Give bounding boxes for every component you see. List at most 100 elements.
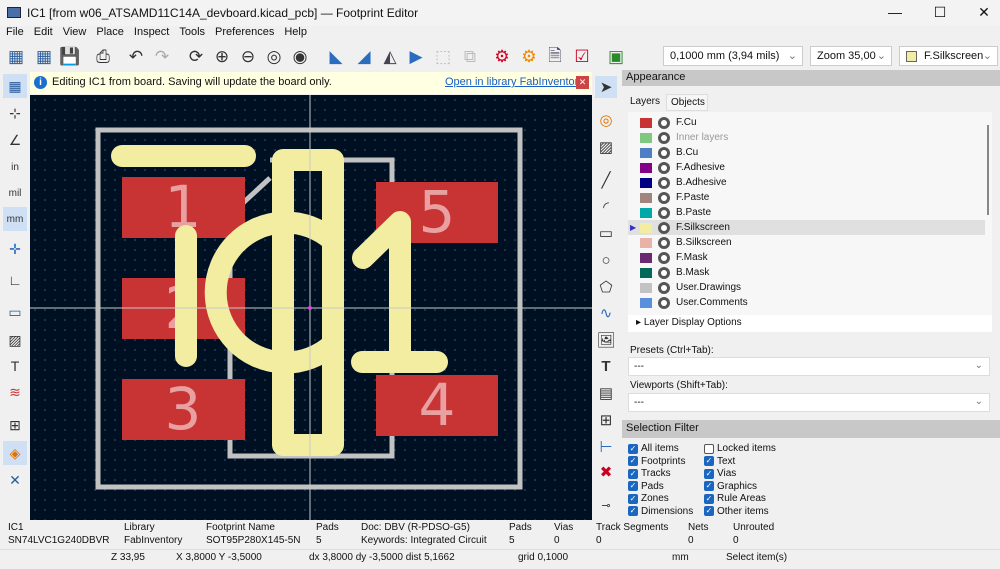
graphic-outline-icon[interactable]: ▨ xyxy=(3,328,27,352)
layer-color-swatch[interactable] xyxy=(640,297,652,308)
angle-snap-icon[interactable]: ∟ xyxy=(3,268,27,292)
filter-checkbox[interactable]: ✓ Zones xyxy=(628,493,669,504)
add-table-icon[interactable]: ⊞ xyxy=(595,409,617,431)
pad-tool-icon[interactable]: ▨ xyxy=(595,136,617,158)
grid-select[interactable]: 0,1000 mm (3,94 mils) ⌄ xyxy=(663,46,803,66)
layer-row[interactable]: B.Adhesive xyxy=(628,175,985,190)
pad-outline-icon[interactable]: ▭ xyxy=(3,300,27,324)
layer-row[interactable]: B.Paste xyxy=(628,205,985,220)
tree-icon[interactable]: ⊞ xyxy=(3,413,27,437)
layer-row[interactable]: B.Cu xyxy=(628,145,985,160)
add-dimension-icon[interactable]: ⊢ xyxy=(595,436,617,458)
layer-row[interactable]: F.Adhesive xyxy=(628,160,985,175)
layer-row[interactable]: User.Comments xyxy=(628,295,985,310)
layer-row[interactable]: B.Mask xyxy=(628,265,985,280)
layer-color-swatch[interactable] xyxy=(640,222,652,233)
polar-coords-icon[interactable]: ⊹ xyxy=(3,101,27,125)
checkbox-icon[interactable]: ✓ xyxy=(704,493,714,504)
checkbox-icon[interactable]: ✓ xyxy=(704,481,714,491)
eye-icon[interactable] xyxy=(658,191,670,204)
insert-into-board-icon[interactable]: ▣ xyxy=(604,45,628,69)
units-inch-icon[interactable]: in xyxy=(3,155,27,179)
zoom-selection-icon[interactable]: ◉ xyxy=(288,45,312,69)
layer-color-swatch[interactable] xyxy=(640,192,652,203)
filter-checkbox[interactable]: ✓ Footprints xyxy=(628,456,685,467)
eye-icon[interactable] xyxy=(658,221,670,234)
units-mil-icon[interactable]: mil xyxy=(3,181,27,205)
filter-checkbox[interactable]: ✓ Dimensions xyxy=(628,506,693,517)
new-footprint-icon[interactable]: ▦ xyxy=(4,45,28,69)
layer-color-swatch[interactable] xyxy=(640,237,652,248)
menu-help[interactable]: Help xyxy=(284,26,307,38)
zoom-fit-icon[interactable]: ◎ xyxy=(262,45,286,69)
menu-tools[interactable]: Tools xyxy=(179,26,205,38)
filter-checkbox[interactable]: ✓ All items xyxy=(628,443,679,454)
checkbox-icon[interactable]: ✓ xyxy=(704,456,714,466)
close-infobar-icon[interactable]: ✕ xyxy=(576,76,589,89)
checkbox-icon[interactable]: ✓ xyxy=(628,443,638,454)
maximize-button[interactable]: ☐ xyxy=(931,4,949,21)
eye-icon[interactable] xyxy=(658,131,670,144)
menu-file[interactable]: File xyxy=(6,26,24,38)
tab-layers[interactable]: Layers xyxy=(625,94,665,111)
zoom-out-icon[interactable]: ⊖ xyxy=(236,45,260,69)
draw-polygon-icon[interactable]: ⬠ xyxy=(595,276,617,298)
menu-preferences[interactable]: Preferences xyxy=(215,26,274,38)
pad-properties-icon[interactable]: ⚙ xyxy=(517,45,541,69)
redo-icon[interactable]: ↷ xyxy=(150,45,174,69)
draw-arc-icon[interactable]: ◜ xyxy=(595,196,617,218)
filter-checkbox[interactable]: ✓ Other items xyxy=(704,506,769,517)
draw-line-icon[interactable]: ╱ xyxy=(595,169,617,191)
filter-checkbox[interactable]: ✓ Text xyxy=(704,456,735,467)
footprint-properties-icon[interactable]: ⚙ xyxy=(490,45,514,69)
filter-checkbox[interactable]: Locked items xyxy=(704,443,776,454)
undo-icon[interactable]: ↶ xyxy=(124,45,148,69)
grid-toggle-icon[interactable]: ▦ xyxy=(3,74,27,98)
layer-color-swatch[interactable] xyxy=(640,267,652,278)
datasheet-icon[interactable]: 🗎 xyxy=(543,45,567,69)
eye-icon[interactable] xyxy=(658,281,670,294)
tab-objects[interactable]: Objects xyxy=(666,94,708,111)
select-tool-icon[interactable]: ➤ xyxy=(595,76,617,98)
add-pad-icon[interactable]: ◎ xyxy=(595,109,617,131)
filter-checkbox[interactable]: ✓ Vias xyxy=(704,468,736,479)
layer-row[interactable]: B.Silkscreen xyxy=(628,235,985,250)
layer-row[interactable]: Inner layers xyxy=(628,130,985,145)
relative-coords-icon[interactable]: ∠ xyxy=(3,128,27,152)
create-footprint-icon[interactable]: ▦ xyxy=(32,45,56,69)
minimize-button[interactable]: — xyxy=(886,4,904,20)
checkbox-icon[interactable]: ✓ xyxy=(628,456,638,466)
menu-place[interactable]: Place xyxy=(96,26,124,38)
layer-row[interactable]: ▶ F.Silkscreen xyxy=(628,220,985,235)
pad-4[interactable]: 4 xyxy=(376,371,498,439)
layer-row[interactable]: F.Cu xyxy=(628,115,985,130)
eye-icon[interactable] xyxy=(658,176,670,189)
menu-inspect[interactable]: Inspect xyxy=(134,26,169,38)
layer-row[interactable]: F.Mask xyxy=(628,250,985,265)
viewports-dropdown[interactable]: --- ⌄ xyxy=(628,393,990,412)
menu-view[interactable]: View xyxy=(63,26,87,38)
checkbox-icon[interactable]: ✓ xyxy=(628,506,638,516)
layer-select[interactable]: F.Silkscreen ⌄ xyxy=(899,46,998,66)
filter-checkbox[interactable]: ✓ Rule Areas xyxy=(704,493,766,504)
refresh-icon[interactable]: ⟳ xyxy=(184,45,208,69)
eye-icon[interactable] xyxy=(658,161,670,174)
layer-color-swatch[interactable] xyxy=(640,162,652,173)
layer-color-swatch[interactable] xyxy=(640,207,652,218)
filter-checkbox[interactable]: ✓ Graphics xyxy=(704,481,757,492)
menu-edit[interactable]: Edit xyxy=(34,26,53,38)
mirror-v-icon[interactable]: ▶ xyxy=(404,45,428,69)
properties-tools-icon[interactable]: ✕ xyxy=(3,468,27,492)
checkbox-icon[interactable]: ✓ xyxy=(628,481,638,491)
layer-color-swatch[interactable] xyxy=(640,252,652,263)
layer-list-scrollbar[interactable] xyxy=(987,125,989,215)
open-in-library-link[interactable]: Open in library FabInventory xyxy=(445,76,584,88)
group-icon[interactable]: ⬚ xyxy=(431,45,455,69)
add-text-icon[interactable]: T xyxy=(595,355,617,377)
zoom-select[interactable]: Zoom 35,00 ⌄ xyxy=(810,46,892,66)
layer-color-swatch[interactable] xyxy=(640,117,652,128)
layers-manager-icon[interactable]: ◈ xyxy=(3,441,27,465)
layer-row[interactable]: F.Paste xyxy=(628,190,985,205)
checker-icon[interactable]: ☑ xyxy=(570,45,594,69)
zoom-in-icon[interactable]: ⊕ xyxy=(210,45,234,69)
